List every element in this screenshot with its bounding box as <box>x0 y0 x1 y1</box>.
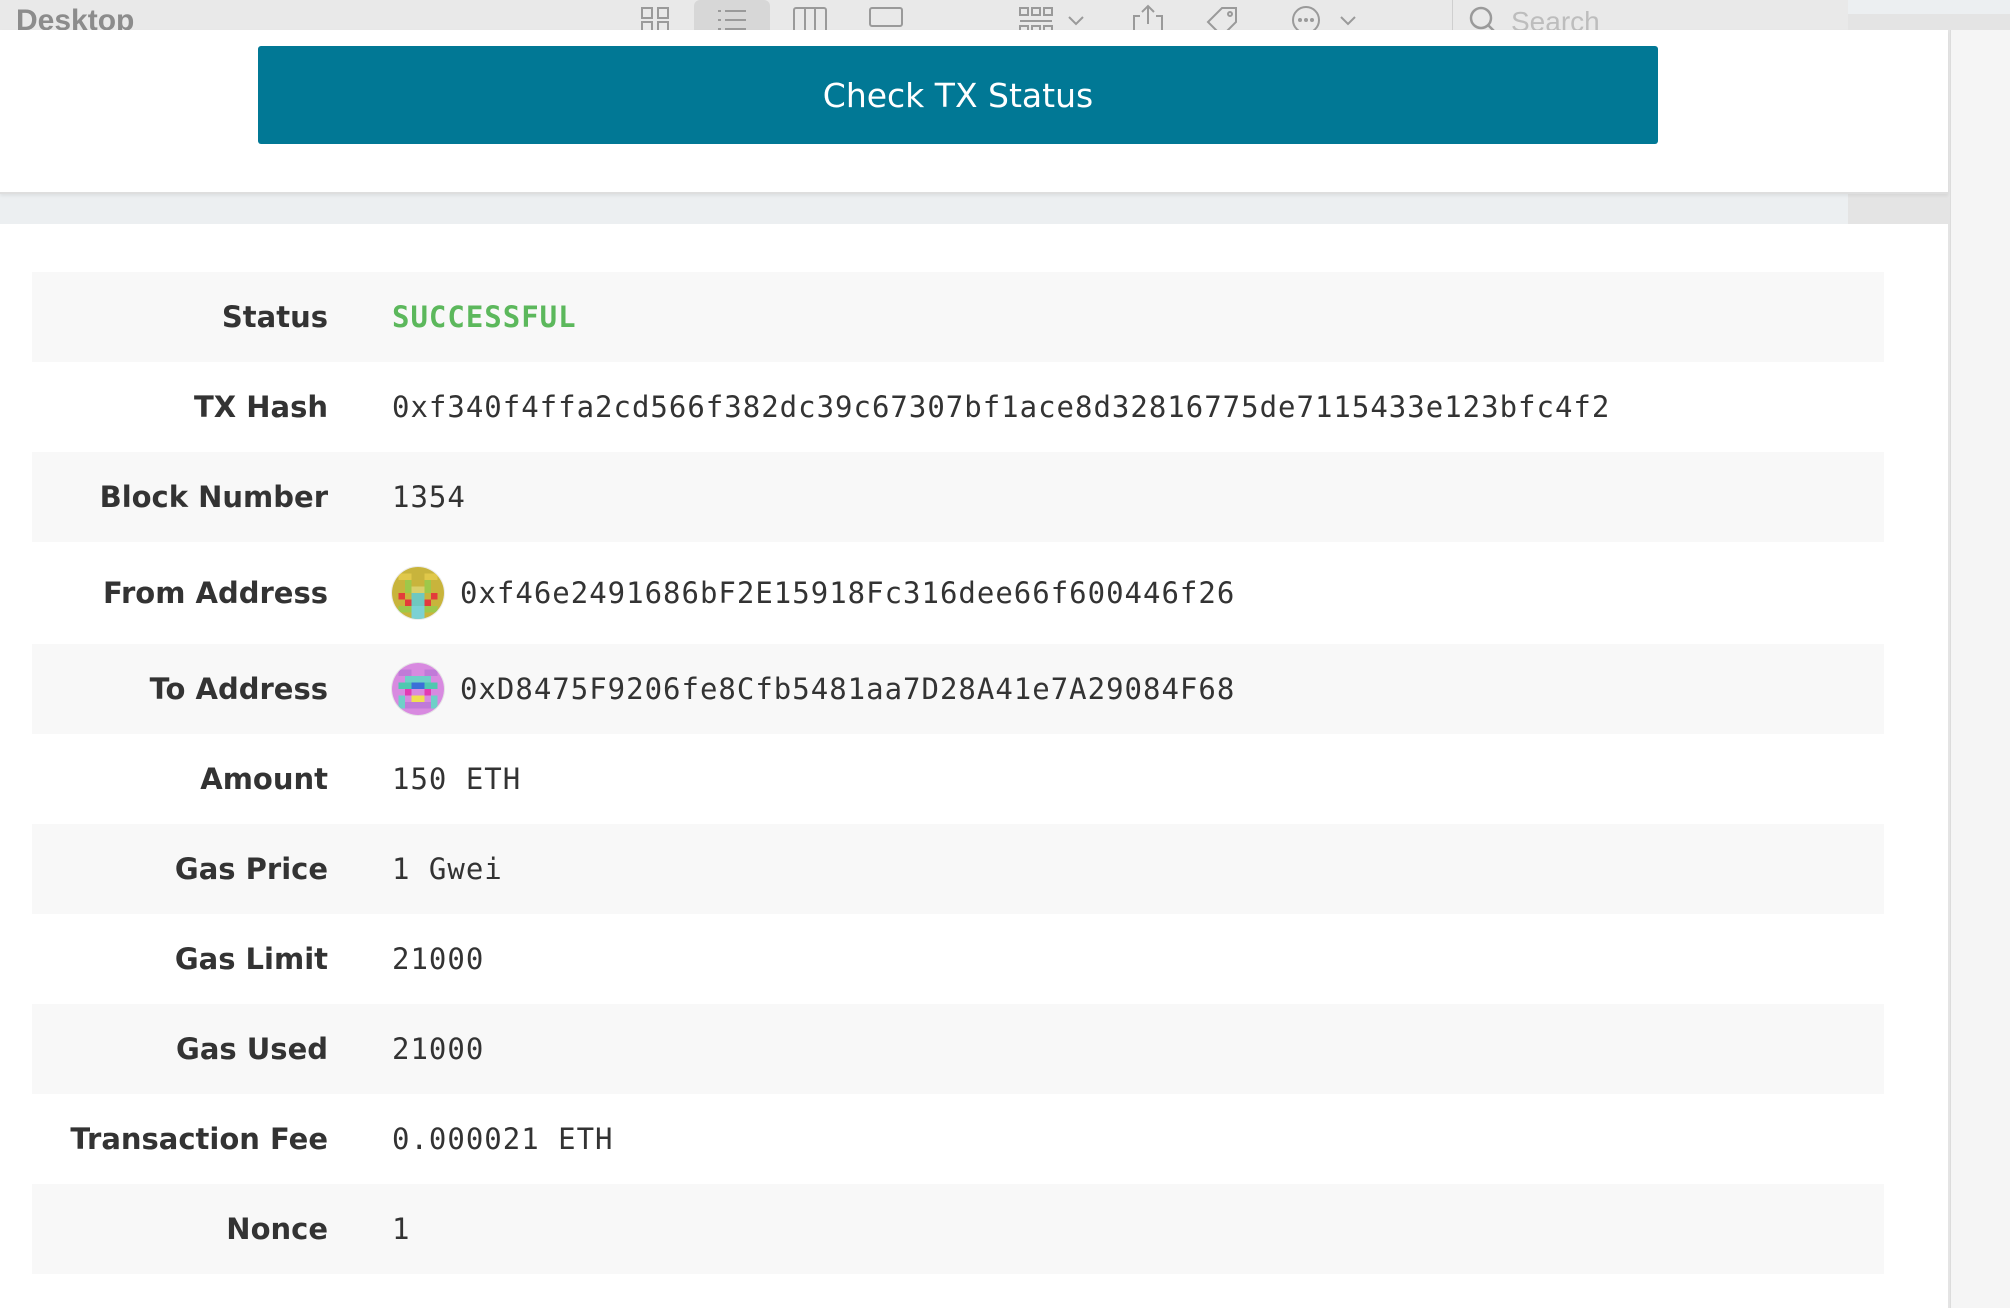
row-gas-used: Gas Used 21000 <box>32 1004 1884 1094</box>
transaction-details-table: Status SUCCESSFUL TX Hash 0xf340f4ffa2cd… <box>32 272 1884 1274</box>
from-address-value: 0xf46e2491686bF2E15918Fc316dee66f600446f… <box>460 576 1236 610</box>
gas-price-value: 1 Gwei <box>392 852 503 886</box>
gas-used-label: Gas Used <box>176 1032 328 1066</box>
window-right-strip <box>1950 30 2010 1308</box>
row-nonce: Nonce 1 <box>32 1184 1884 1274</box>
row-amount: Amount 150 ETH <box>32 734 1884 824</box>
check-tx-status-button[interactable]: Check TX Status <box>258 46 1658 144</box>
tx-hash-label: TX Hash <box>194 390 328 424</box>
status-label: Status <box>221 300 328 334</box>
row-status: Status SUCCESSFUL <box>32 272 1884 362</box>
nonce-label: Nonce <box>226 1212 328 1246</box>
to-address-value: 0xD8475F9206fe8Cfb5481aa7D28A41e7A29084F… <box>460 672 1236 706</box>
status-value: SUCCESSFUL <box>392 300 577 334</box>
amount-label: Amount <box>200 762 328 796</box>
amount-value: 150 ETH <box>392 762 522 796</box>
gas-used-value: 21000 <box>392 1032 485 1066</box>
block-number-value: 1354 <box>392 480 466 514</box>
gas-limit-label: Gas Limit <box>174 942 328 976</box>
action-panel: Check TX Status <box>0 30 1948 194</box>
row-gas-price: Gas Price 1 Gwei <box>32 824 1884 914</box>
tx-hash-value: 0xf340f4ffa2cd566f382dc39c67307bf1ace8d3… <box>392 390 1611 424</box>
gas-limit-value: 21000 <box>392 942 485 976</box>
row-from-address: From Address 0xf46e2491686bF2E15918Fc316… <box>32 542 1884 644</box>
row-tx-hash: TX Hash 0xf340f4ffa2cd566f382dc39c67307b… <box>32 362 1884 452</box>
from-address-identicon-icon <box>392 567 444 619</box>
transaction-fee-label: Transaction Fee <box>70 1122 328 1156</box>
to-address-container: 0xD8475F9206fe8Cfb5481aa7D28A41e7A29084F… <box>392 663 1235 715</box>
transaction-details-card: Status SUCCESSFUL TX Hash 0xf340f4ffa2cd… <box>0 224 1948 1308</box>
to-address-label: To Address <box>149 672 328 706</box>
to-address-identicon-icon <box>392 663 444 715</box>
row-block-number: Block Number 1354 <box>32 452 1884 542</box>
from-address-container: 0xf46e2491686bF2E15918Fc316dee66f600446f… <box>392 567 1235 619</box>
transaction-fee-value: 0.000021 ETH <box>392 1122 614 1156</box>
gas-price-label: Gas Price <box>174 852 328 886</box>
from-address-label: From Address <box>103 576 328 610</box>
row-gas-limit: Gas Limit 21000 <box>32 914 1884 1004</box>
block-number-label: Block Number <box>99 480 328 514</box>
row-to-address: To Address 0xD8475F9206fe8Cfb5481aa7D28A… <box>32 644 1884 734</box>
row-transaction-fee: Transaction Fee 0.000021 ETH <box>32 1094 1884 1184</box>
nonce-value: 1 <box>392 1212 411 1246</box>
